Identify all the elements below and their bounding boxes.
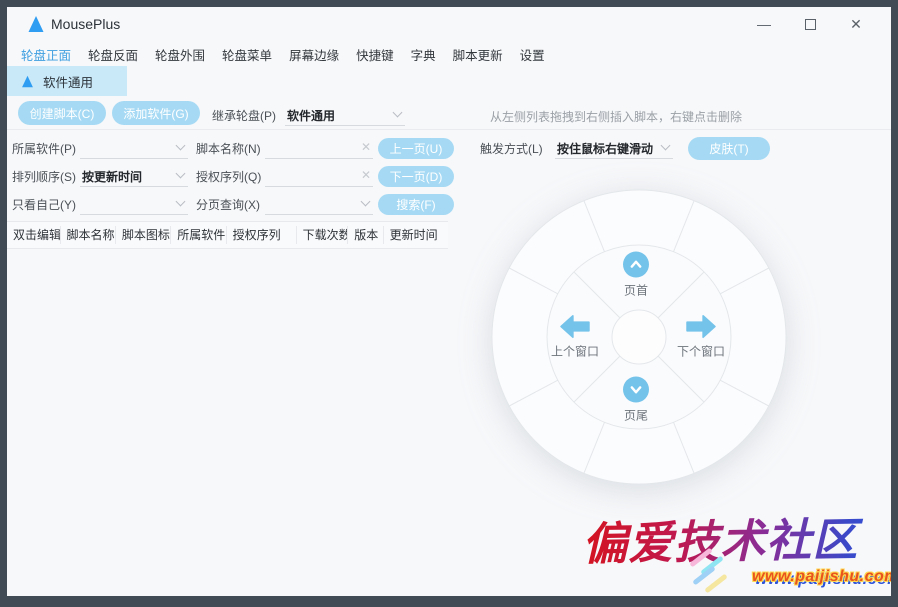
watermark-url: www.paijishu.com [752,568,891,586]
create-script-button[interactable]: 创建脚本(C) [18,101,106,125]
tab-script-update[interactable]: 脚本更新 [452,43,504,67]
clear-icon[interactable]: ✕ [361,140,371,154]
script-name-input[interactable]: ✕ [265,137,373,159]
sort-order-value: 按更新时间 [82,168,142,185]
chevron-down-icon [176,141,186,151]
minimize-button[interactable]: — [741,11,787,37]
wheel-sector-next-window[interactable]: 下个窗口 [677,315,725,360]
mouseplus-window: MousePlus — ✕ 轮盘正面 轮盘反面 轮盘外围 轮盘菜单 屏幕边缘 快… [7,7,891,596]
column-header-version: 版本 [348,226,383,244]
tab-wheel-back[interactable]: 轮盘反面 [87,43,139,67]
sort-order-label: 排列顺序(S) [12,168,84,185]
column-header-serial: 授权序列 [227,226,297,244]
profile-tab-general[interactable]: 软件通用 [7,66,127,96]
profile-tab-label: 软件通用 [43,72,93,91]
tab-screen-edge[interactable]: 屏幕边缘 [288,43,340,67]
tab-wheel-front[interactable]: 轮盘正面 [20,43,72,67]
tab-dictionary[interactable]: 字典 [410,43,437,67]
chevron-down-icon [361,197,371,207]
auth-serial-input[interactable]: ✕ [265,165,373,187]
inherit-wheel-value: 软件通用 [287,107,335,124]
tab-settings[interactable]: 设置 [519,43,546,67]
watermark-text: 偏爱技术社区 [581,502,891,572]
arrow-left-icon [560,315,590,339]
next-page-button[interactable]: 下一页(D) [378,166,454,187]
wheel-sector-prev-window[interactable]: 上个窗口 [551,315,599,360]
toolbar-divider [7,129,891,130]
wheel-sector-page-top[interactable]: 页首 [623,252,649,299]
prev-page-button[interactable]: 上一页(U) [378,138,454,159]
chevron-down-icon [176,197,186,207]
owner-software-label: 所属软件(P) [12,140,84,157]
close-button[interactable]: ✕ [833,11,879,37]
mouseplus-logo-icon [27,15,45,33]
sort-order-select[interactable]: 按更新时间 [80,165,188,187]
script-table-header: 双击编辑 脚本名称 脚本图标 所属软件 授权序列 下载次数 版本 更新时间 [7,221,448,249]
profile-triangle-icon [21,75,34,88]
only-mine-label: 只看自己(Y) [12,196,84,213]
maximize-icon [805,19,816,30]
wheel-label-left: 上个窗口 [551,343,599,360]
chevron-down-icon [393,108,403,118]
drag-hint-text: 从左侧列表拖拽到右侧插入脚本，右键点击删除 [490,108,742,125]
tab-wheel-outer[interactable]: 轮盘外围 [154,43,206,67]
column-header-downloads: 下载次数 [297,226,349,244]
inherit-wheel-select[interactable]: 软件通用 [285,104,405,126]
page-query-select[interactable] [265,193,373,215]
wheel-label-right: 下个窗口 [677,343,725,360]
owner-software-select[interactable] [80,137,188,159]
script-name-label: 脚本名称(N) [196,140,266,157]
title-bar: MousePlus — ✕ [7,7,891,41]
only-mine-select[interactable] [80,193,188,215]
wheel-graphic [489,189,789,489]
chevron-down-icon [661,141,671,151]
add-software-button[interactable]: 添加软件(G) [112,101,200,125]
trigger-mode-value: 按住鼠标右键滑动 [557,140,653,157]
column-header-edit: 双击编辑 [7,226,61,244]
tab-wheel-menu[interactable]: 轮盘菜单 [221,43,273,67]
column-header-software: 所属软件 [171,226,226,244]
trigger-mode-label: 触发方式(L) [480,140,543,157]
trigger-mode-select[interactable]: 按住鼠标右键滑动 [555,137,673,159]
chevron-down-icon [176,169,186,179]
maximize-button[interactable] [787,11,833,37]
clear-icon[interactable]: ✕ [361,168,371,182]
gesture-wheel: 页首 上个窗口 下个窗口 页尾 [489,189,789,489]
wheel-label-top: 页首 [624,282,648,299]
window-controls: — ✕ [741,11,879,37]
column-header-name: 脚本名称 [61,226,116,244]
inherit-wheel-label: 继承轮盘(P) [212,107,276,124]
wheel-sector-page-bottom[interactable]: 页尾 [623,377,649,424]
wheel-label-bottom: 页尾 [624,407,648,424]
chevron-up-circle-icon [623,252,649,278]
column-header-updated: 更新时间 [384,226,448,244]
window-title: MousePlus [51,16,120,32]
decor-streak [704,574,728,594]
column-header-icon: 脚本图标 [116,226,171,244]
main-nav: 轮盘正面 轮盘反面 轮盘外围 轮盘菜单 屏幕边缘 快捷键 字典 脚本更新 设置 [20,43,546,67]
arrow-right-icon [686,315,716,339]
tab-hotkeys[interactable]: 快捷键 [355,43,395,67]
chevron-down-circle-icon [623,377,649,403]
auth-serial-label: 授权序列(Q) [196,168,266,185]
skin-button[interactable]: 皮肤(T) [688,137,770,160]
search-button[interactable]: 搜索(F) [378,194,454,215]
page-query-label: 分页查询(X) [196,196,266,213]
